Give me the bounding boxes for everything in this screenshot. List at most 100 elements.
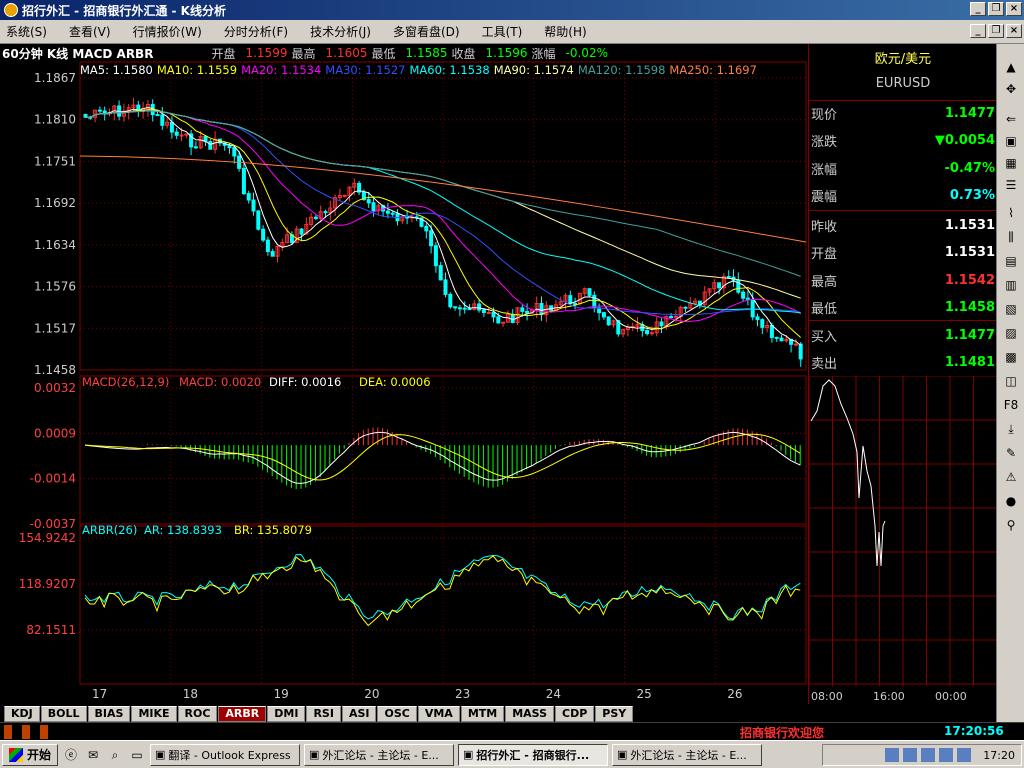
close-button[interactable]: × (1006, 2, 1022, 16)
menu-system[interactable]: 系统(S) (6, 23, 47, 40)
tray-icon[interactable] (885, 748, 900, 762)
tab-boll[interactable]: BOLL (40, 706, 87, 722)
tray-icon[interactable] (957, 748, 972, 762)
tab-mtm[interactable]: MTM (460, 706, 505, 722)
toolbar-download-icon[interactable]: ⤓ (1002, 420, 1020, 438)
candle-body (645, 330, 650, 335)
start-button[interactable]: 开始 (2, 743, 59, 766)
tab-cdp[interactable]: CDP (555, 706, 595, 722)
toolbar-sheet-icon[interactable]: ◫ (1002, 372, 1020, 390)
menu-technical[interactable]: 技术分析(J) (310, 23, 371, 40)
tab-psy[interactable]: PSY (595, 706, 634, 722)
price-tick-label: 1.1634 (34, 238, 76, 252)
tab-vma[interactable]: VMA (417, 706, 460, 722)
menu-multiwindow[interactable]: 多窗看盘(D) (393, 23, 460, 40)
windows-logo-icon (9, 747, 23, 762)
candle-body (659, 321, 664, 327)
toolbar-warning-icon[interactable]: ⚠ (1002, 468, 1020, 486)
candle-body (424, 225, 429, 232)
tab-osc[interactable]: OSC (377, 706, 417, 722)
candle-body (366, 199, 371, 204)
tab-roc[interactable]: ROC (177, 706, 218, 722)
close-label: 收盘 (451, 46, 476, 61)
restore-button[interactable]: ❐ (988, 2, 1004, 16)
candle-body (390, 212, 395, 215)
toolbar-pen-icon[interactable]: ✎ (1002, 444, 1020, 462)
menu-quotes[interactable]: 行情报价(W) (133, 23, 202, 40)
candle-body (520, 307, 525, 312)
taskbar-task-button[interactable]: ▣ 招行外汇 - 招商银行... (458, 743, 609, 766)
candle-body (97, 109, 102, 112)
arbr-tick-label: 82.1511 (26, 623, 76, 637)
taskbar-task-button[interactable]: ▣ 外汇论坛 - 主论坛 - E... (304, 743, 455, 766)
tab-bias[interactable]: BIAS (87, 706, 131, 722)
quote-label: 卖出 (811, 357, 838, 372)
ma-legend-item: MA120: 1.1598 (577, 63, 666, 77)
candle-body (433, 245, 438, 267)
tray-icon[interactable] (921, 748, 936, 762)
tab-asi[interactable]: ASI (341, 706, 377, 722)
tray-icon[interactable] (903, 748, 918, 762)
search-icon[interactable]: ⌕ (106, 746, 124, 764)
candle-body (232, 147, 237, 157)
toolbar-page-icon[interactable]: ▩ (1002, 348, 1020, 366)
toolbar-move-icon[interactable]: ✥ (1002, 80, 1020, 98)
toolbar-list-icon[interactable]: ☰ (1002, 176, 1020, 194)
candle-body (438, 265, 443, 281)
candle-body (169, 121, 174, 133)
toolbar-arrow-up-icon[interactable]: ▲ (1002, 58, 1020, 76)
status-bar: 招商银行欢迎您 17:20:56 (0, 722, 1024, 740)
toolbar-bars-icon[interactable]: ▥ (1002, 276, 1020, 294)
tab-arbr[interactable]: ARBR (218, 706, 267, 722)
toolbar-report-icon[interactable]: ▨ (1002, 324, 1020, 342)
candle-body (385, 210, 390, 214)
quote-value: 1.1458 (944, 300, 995, 315)
mdi-close-button[interactable]: × (1006, 24, 1022, 38)
arbr-tick-label: 118.9207 (19, 577, 76, 591)
candle-body (457, 307, 462, 310)
tab-kdj[interactable]: KDJ (4, 706, 40, 722)
mdi-minimize-button[interactable]: _ (970, 24, 986, 38)
open-label: 开盘 (211, 46, 236, 61)
toolbar-f8-icon[interactable]: F8 (1002, 396, 1020, 414)
toolbar-grid-icon[interactable]: ▦ (1002, 154, 1020, 172)
price-tick-label: 1.1810 (34, 113, 76, 127)
menu-tools[interactable]: 工具(T) (482, 23, 523, 40)
toolbar-chart-icon[interactable]: ▤ (1002, 252, 1020, 270)
toolbar-window-icon[interactable]: ▣ (1002, 132, 1020, 150)
outlook-icon[interactable]: ✉ (84, 746, 102, 764)
intraday-mini-chart[interactable]: 08:00 16:00 00:00 (809, 376, 997, 704)
task-label: 招行外汇 - 招商银行... (476, 748, 590, 762)
toolbar-kline-icon[interactable]: ⫼ (1002, 228, 1020, 246)
kline-chart[interactable]: 1.1867 1.1810 1.1751 1.1692 1.1634 1.1576 1.15… (0, 44, 808, 704)
quote-value: 1.1531 (944, 217, 995, 233)
tab-rsi[interactable]: RSI (306, 706, 341, 722)
taskbar-task-button[interactable]: ▣ 外汇论坛 - 主论坛 - E... (612, 743, 763, 766)
menu-help[interactable]: 帮助(H) (544, 23, 586, 40)
tab-mass[interactable]: MASS (505, 706, 555, 722)
ie-icon[interactable]: ⓔ (62, 746, 80, 764)
toolbar-zoom-icon[interactable]: ⚲ (1002, 516, 1020, 534)
minimize-button[interactable]: _ (970, 2, 986, 16)
tab-dmi[interactable]: DMI (267, 706, 306, 722)
mdi-restore-button[interactable]: ❐ (988, 24, 1004, 38)
toolbar-circle-icon[interactable]: ● (1002, 492, 1020, 510)
candle-body (429, 230, 434, 247)
toolbar-arrow-left-icon[interactable]: ⇐ (1002, 110, 1020, 128)
menu-view[interactable]: 查看(V) (69, 23, 111, 40)
quote-row: 卖出 1.1481 (811, 350, 995, 376)
taskbar-task-button[interactable]: ▣ 翻译 - Outlook Express (150, 743, 301, 766)
menu-intraday[interactable]: 分时分析(F) (224, 23, 288, 40)
quote-row: 震幅 0.73% (811, 183, 995, 209)
macd-tick-label: -0.0037 (30, 517, 76, 531)
ma-legend-item: MA250: 1.1697 (669, 63, 757, 77)
tab-mike[interactable]: MIKE (131, 706, 177, 722)
toolbar-line-chart-icon[interactable]: ⌇ (1002, 204, 1020, 222)
tray-icon[interactable] (939, 748, 954, 762)
quote-label: 现价 (811, 107, 838, 123)
ma-legend-item: MA10: 1.1559 (156, 63, 238, 77)
desktop-icon[interactable]: ▭ (128, 746, 146, 764)
ma-legend: MA5: 1.1580 MA10: 1.1559 MA20: 1.1534 MA30:… (80, 62, 808, 78)
quote-label: 涨幅 (811, 162, 838, 178)
toolbar-table-icon[interactable]: ▧ (1002, 300, 1020, 318)
